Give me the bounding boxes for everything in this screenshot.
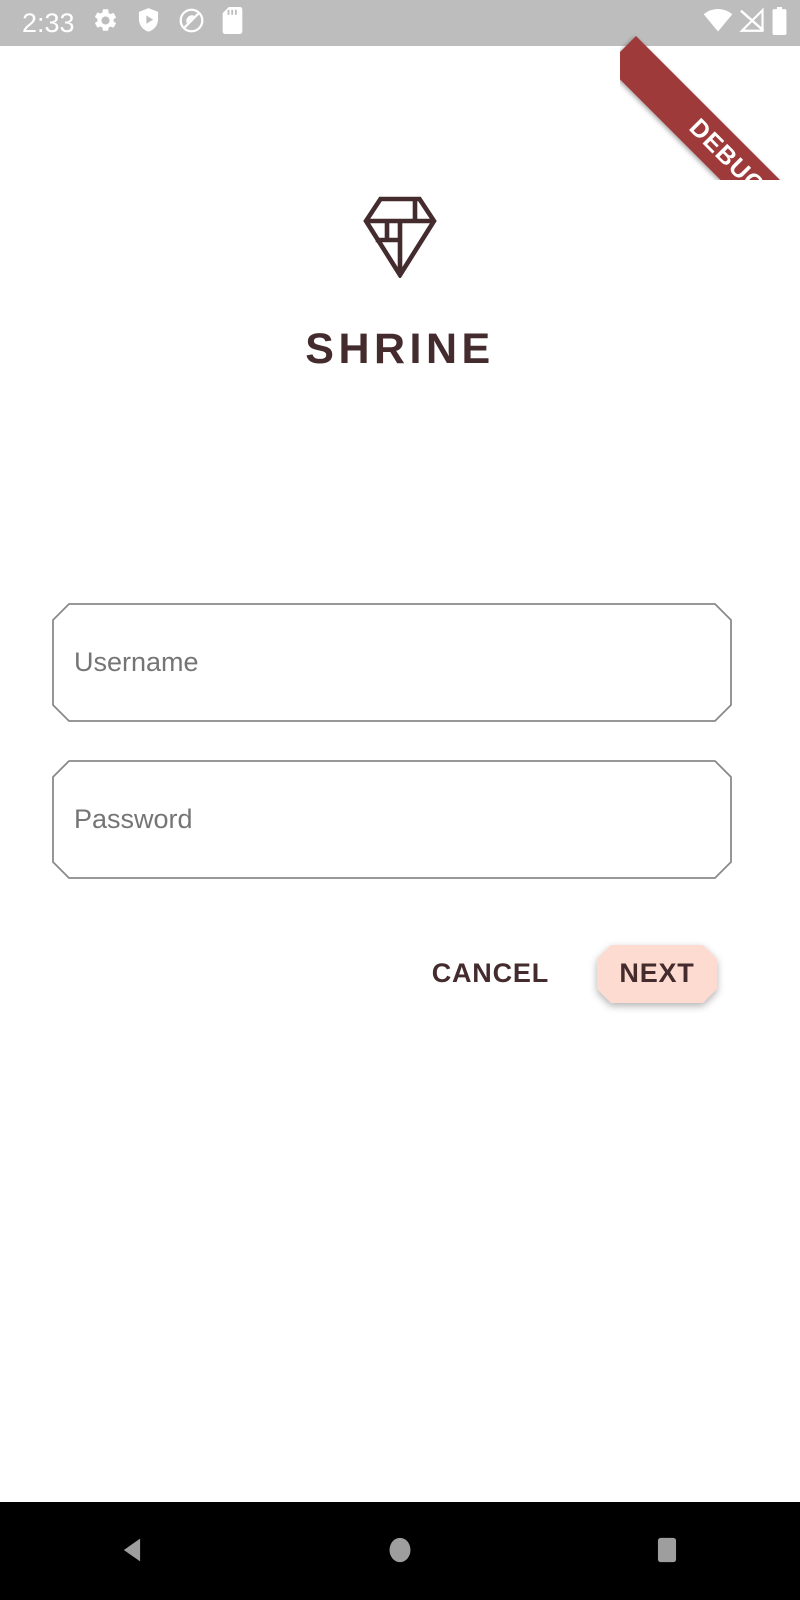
form-actions: CANCEL NEXT bbox=[0, 944, 800, 1003]
next-button[interactable]: NEXT bbox=[597, 944, 717, 1003]
page-title: SHRINE bbox=[305, 325, 495, 373]
battery-icon bbox=[771, 6, 788, 40]
password-field[interactable] bbox=[52, 760, 732, 879]
shield-play-icon bbox=[136, 7, 161, 39]
wifi-icon bbox=[703, 7, 733, 39]
status-bar: 2:33 bbox=[0, 0, 800, 46]
branding-block: SHRINE bbox=[0, 196, 800, 371]
password-input[interactable] bbox=[52, 760, 732, 879]
status-bar-clock: 2:33 bbox=[22, 7, 75, 38]
username-input[interactable] bbox=[52, 603, 732, 722]
android-navigation-bar bbox=[0, 1502, 800, 1600]
nav-home-button[interactable] bbox=[340, 1502, 460, 1600]
shrine-diamond-logo-icon bbox=[363, 196, 437, 283]
settings-gear-icon bbox=[92, 7, 119, 39]
status-bar-right-group bbox=[703, 6, 788, 40]
login-form bbox=[52, 603, 732, 917]
cancel-button[interactable]: CANCEL bbox=[422, 944, 559, 1003]
login-screen: SHRINE CANCEL NEXT bbox=[0, 46, 800, 1502]
nav-back-button[interactable] bbox=[73, 1502, 193, 1600]
sd-card-icon bbox=[222, 7, 243, 39]
back-triangle-icon bbox=[116, 1533, 150, 1570]
do-not-disturb-icon bbox=[178, 7, 205, 39]
nav-recents-button[interactable] bbox=[607, 1502, 727, 1600]
recents-square-icon bbox=[650, 1533, 684, 1570]
status-bar-left-group: 2:33 bbox=[22, 7, 243, 39]
username-field[interactable] bbox=[52, 603, 732, 722]
home-circle-icon bbox=[383, 1533, 417, 1570]
cellular-signal-off-icon bbox=[738, 7, 766, 39]
next-button-label: NEXT bbox=[619, 958, 695, 988]
